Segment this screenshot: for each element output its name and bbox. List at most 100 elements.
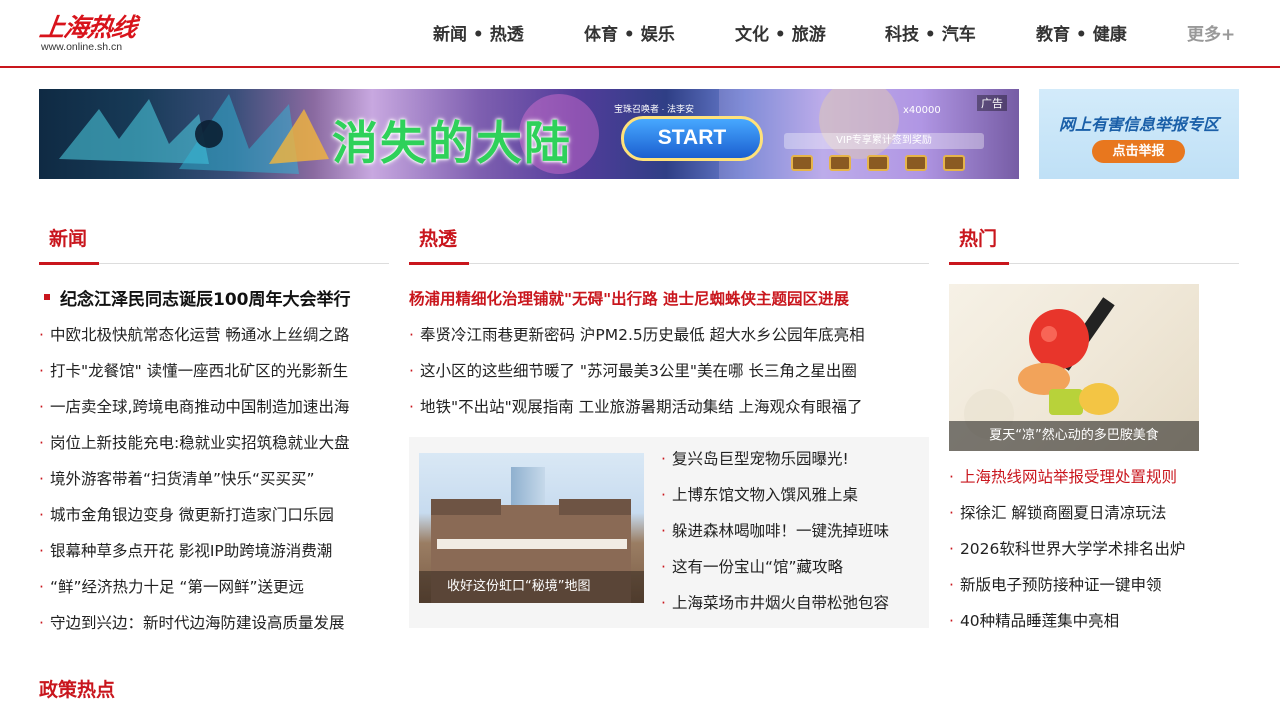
hot-side-item[interactable]: · 上海菜场市井烟火自带松弛包容 xyxy=(661,591,889,613)
nav-tech-auto[interactable]: 科技 • 汽车 xyxy=(885,20,976,45)
hot-item-text: 地铁"不出站"观展指南 工业旅游暑期活动集结 上海观众有眼福了 xyxy=(419,398,863,416)
dot-icon: · xyxy=(39,470,44,488)
hot-side-item-text: 上博东馆文物入馔风雅上桌 xyxy=(671,486,858,504)
dot-icon: · xyxy=(949,612,954,630)
nav-sports-ent[interactable]: 体育 • 娱乐 xyxy=(584,20,675,45)
chest-icon xyxy=(867,155,889,171)
news-item-text: 中欧北极快航常态化运营 畅通冰上丝绸之路 xyxy=(49,326,350,344)
nav-culture-travel[interactable]: 文化 • 旅游 xyxy=(735,20,826,45)
ad-vip-text: VIP专享累计签到奖励 xyxy=(784,133,984,149)
game-ad-banner[interactable]: 宝珠召唤者 · 法李安 消失的大陆 START x40000 VIP专享累计签到… xyxy=(39,89,1019,179)
news-item-text: 一店卖全球,跨境电商推动中国制造加速出海 xyxy=(49,398,350,416)
hot-section-header: 热透 xyxy=(409,224,929,265)
news-item-text: 打卡"龙餐馆" 读懂一座西北矿区的光影新生 xyxy=(49,362,349,380)
section-underline xyxy=(409,262,469,265)
chest-icon xyxy=(943,155,965,171)
balcony-shape xyxy=(437,539,627,549)
news-item[interactable]: · “鲜”经济热力十足 “第一网鲜”送更远 xyxy=(39,575,304,597)
dot-icon: · xyxy=(949,576,954,594)
nav-news-hot[interactable]: 新闻 • 热透 xyxy=(433,20,524,45)
dot-icon: · xyxy=(39,578,44,596)
news-item[interactable]: · 岗位上新技能充电:稳就业实招筑稳就业大盘 xyxy=(39,431,350,453)
news-item[interactable]: · 城市金角银边变身 微更新打造家门口乐园 xyxy=(39,503,334,525)
dot-icon: · xyxy=(409,326,414,344)
popular-item[interactable]: · 40种精品睡莲集中亮相 xyxy=(949,609,1119,631)
popular-item[interactable]: · 新版电子预防接种证一键申领 xyxy=(949,573,1161,595)
hot-item[interactable]: · 地铁"不出站"观展指南 工业旅游暑期活动集结 上海观众有眼福了 xyxy=(409,395,863,417)
popular-section-header: 热门 xyxy=(949,224,1239,265)
hot-side-item[interactable]: · 上博东馆文物入馔风雅上桌 xyxy=(661,483,858,505)
ad-start-button[interactable]: START xyxy=(621,116,763,161)
report-zone-banner[interactable]: 网上有害信息举报专区 点击举报 xyxy=(1039,89,1239,179)
dot-icon: · xyxy=(661,450,666,468)
news-section-header: 新闻 xyxy=(39,224,389,265)
hot-feature-box: 收好这份虹口“秘境”地图 · 复兴岛巨型宠物乐园曝光! · 上博东馆文物入馔风雅上桌… xyxy=(409,437,929,628)
popular-item-text: 上海热线网站举报受理处置规则 xyxy=(959,468,1177,486)
ad-title: 消失的大陆 xyxy=(332,116,572,170)
dot-icon: · xyxy=(39,326,44,344)
roof-shape xyxy=(431,499,501,515)
popular-item[interactable]: · 探徐汇 解锁商圈夏日清凉玩法 xyxy=(949,501,1166,523)
dot-icon: · xyxy=(39,398,44,416)
dot-icon: · xyxy=(661,558,666,576)
news-headline[interactable]: 纪念江泽民同志诞辰100周年大会举行 xyxy=(44,285,351,310)
dot-icon: · xyxy=(39,434,44,452)
hot-side-item-text: 这有一份宝山“馆”藏攻略 xyxy=(671,558,843,576)
news-item[interactable]: · 一店卖全球,跨境电商推动中国制造加速出海 xyxy=(39,395,349,417)
news-item[interactable]: · 中欧北极快航常态化运营 畅通冰上丝绸之路 xyxy=(39,323,349,345)
news-item[interactable]: · 银幕种草多点开花 影视IP助跨境游消费潮 xyxy=(39,539,332,561)
news-item-text: “鲜”经济热力十足 “第一网鲜”送更远 xyxy=(49,578,304,596)
hot-side-item[interactable]: · 这有一份宝山“馆”藏攻略 xyxy=(661,555,843,577)
hot-item-text: 奉贤冷江雨巷更新密码 沪PM2.5历史最低 超大水乡公园年底亮相 xyxy=(419,326,865,344)
dot-icon: · xyxy=(39,362,44,380)
report-button[interactable]: 点击举报 xyxy=(1092,140,1185,163)
site-header: 上海热线 www.online.sh.cn 新闻 • 热透 体育 • 娱乐 文化… xyxy=(0,0,1280,68)
news-headline-text: 纪念江泽民同志诞辰100周年大会举行 xyxy=(60,290,351,310)
popular-item[interactable]: · 上海热线网站举报受理处置规则 xyxy=(949,465,1177,487)
hot-item[interactable]: · 奉贤冷江雨巷更新密码 沪PM2.5历史最低 超大水乡公园年底亮相 xyxy=(409,323,865,345)
chest-icon xyxy=(905,155,927,171)
hot-side-item-text: 上海菜场市井烟火自带松弛包容 xyxy=(671,594,889,612)
news-item[interactable]: · 打卡"龙餐馆" 读懂一座西北矿区的光影新生 xyxy=(39,359,348,381)
hot-image-caption: 收好这份虹口“秘境”地图 xyxy=(419,571,644,603)
nav-edu-health[interactable]: 教育 • 健康 xyxy=(1036,20,1127,45)
chest-icon xyxy=(829,155,851,171)
nav-more[interactable]: 更多+ xyxy=(1187,20,1235,45)
ad-count: x40000 xyxy=(903,105,941,116)
dot-icon: · xyxy=(949,540,954,558)
dot-icon: · xyxy=(39,506,44,524)
hot-side-item[interactable]: · 躲进森林喝咖啡！一键洗掉班味 xyxy=(661,519,889,541)
news-item[interactable]: · 守边到兴边：新时代边海防建设高质量发展 xyxy=(39,611,344,633)
main-nav: 新闻 • 热透 体育 • 娱乐 文化 • 旅游 科技 • 汽车 教育 • 健康 … xyxy=(0,20,1280,46)
dot-icon: · xyxy=(39,614,44,632)
news-item-text: 岗位上新技能充电:稳就业实招筑稳就业大盘 xyxy=(49,434,350,452)
news-item[interactable]: · 境外游客带着“扫货清单”快乐“买买买” xyxy=(39,467,315,489)
popular-item-text: 探徐汇 解锁商圈夏日清凉玩法 xyxy=(959,504,1167,522)
news-item-text: 境外游客带着“扫货清单”快乐“买买买” xyxy=(49,470,315,488)
hongkou-feature-image[interactable]: 收好这份虹口“秘境”地图 xyxy=(419,453,644,603)
hot-item-text: 这小区的这些细节暖了 "苏河最美3公里"美在哪 长三角之星出圈 xyxy=(419,362,857,380)
news-section-title[interactable]: 新闻 xyxy=(49,224,87,251)
dot-icon: · xyxy=(409,362,414,380)
hot-item[interactable]: · 这小区的这些细节暖了 "苏河最美3公里"美在哪 长三角之星出圈 xyxy=(409,359,857,381)
popular-section-title[interactable]: 热门 xyxy=(959,224,997,251)
chest-icon xyxy=(791,155,813,171)
dot-icon: · xyxy=(661,594,666,612)
hot-side-item-text: 躲进森林喝咖啡！一键洗掉班味 xyxy=(671,522,889,540)
hot-section-title[interactable]: 热透 xyxy=(419,224,457,251)
popular-image-caption: 夏天“凉”然心动的多巴胺美食 xyxy=(949,421,1199,451)
square-bullet-icon xyxy=(44,294,50,300)
dot-icon: · xyxy=(39,542,44,560)
hot-headline[interactable]: 杨浦用精细化治理铺就"无碍"出行路 迪士尼蜘蛛侠主题园区进展 xyxy=(409,287,849,309)
policy-section-title[interactable]: 政策热点 xyxy=(39,675,115,702)
dot-icon: · xyxy=(409,398,414,416)
dot-icon: · xyxy=(661,522,666,540)
hot-side-item[interactable]: · 复兴岛巨型宠物乐园曝光! xyxy=(661,447,849,469)
ad-label: 广告 xyxy=(977,95,1007,111)
ad-small-text: 宝珠召唤者 · 法李安 xyxy=(614,104,694,114)
news-item-text: 银幕种草多点开花 影视IP助跨境游消费潮 xyxy=(49,542,333,560)
news-item-text: 守边到兴边：新时代边海防建设高质量发展 xyxy=(49,614,345,632)
popular-item-text: 2026软科世界大学学术排名出炉 xyxy=(959,540,1186,558)
popular-item[interactable]: · 2026软科世界大学学术排名出炉 xyxy=(949,537,1185,559)
summer-food-image[interactable]: 夏天“凉”然心动的多巴胺美食 xyxy=(949,284,1199,451)
